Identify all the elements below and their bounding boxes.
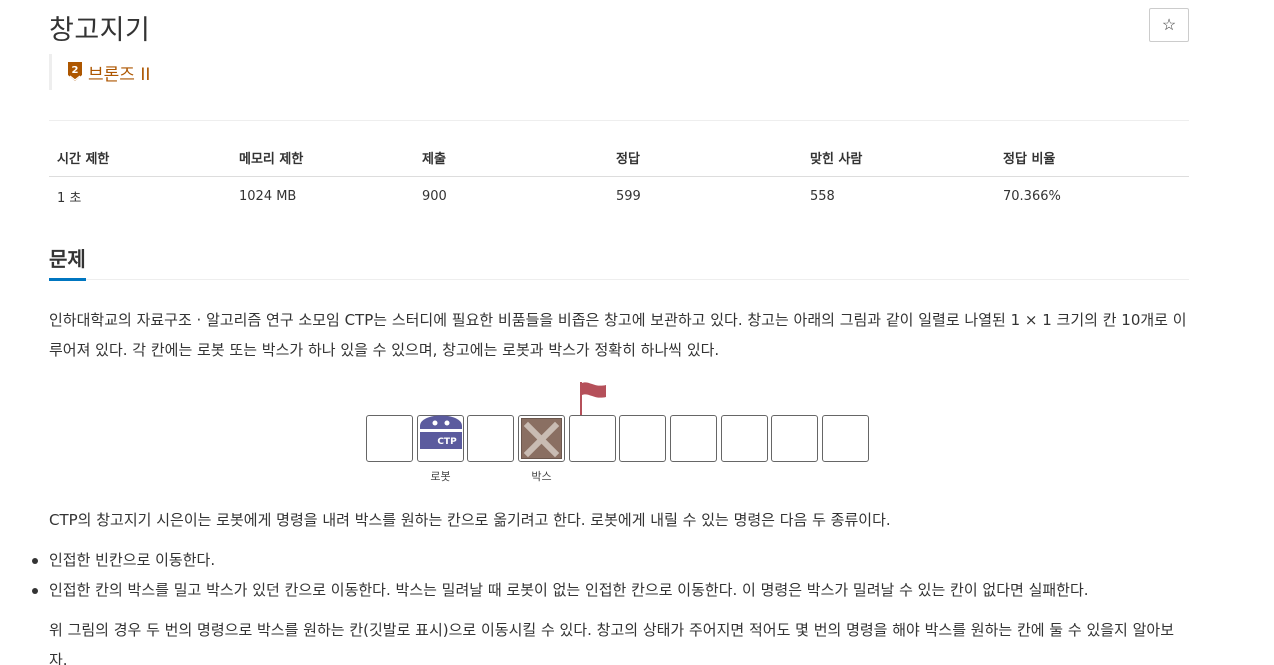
problem-info-table: 시간 제한 메모리 제한 제출 정답 맞힌 사람 정답 비율 1 초 1024 … xyxy=(49,142,1189,216)
warehouse-cell: CTP xyxy=(417,415,464,462)
star-icon: ☆ xyxy=(1161,17,1177,34)
table-header: 메모리 제한 xyxy=(231,142,414,177)
table-cell: 1 초 xyxy=(57,191,82,206)
section-title: 문제 xyxy=(49,243,86,281)
table-row: 1 초 1024 MB 900 599 558 70.366% xyxy=(49,177,1189,217)
page-title: 창고지기 xyxy=(49,15,151,46)
problem-paragraph: 인하대학교의 자료구조 · 알고리즘 연구 소모임 CTP는 스터디에 필요한 … xyxy=(49,311,1187,359)
table-cell: 599 xyxy=(616,189,641,204)
warehouse-cell xyxy=(670,415,717,462)
list-item: 인접한 칸의 박스를 밀고 박스가 있던 칸으로 이동한다. 박스는 밀려날 때… xyxy=(32,575,1189,605)
box-icon xyxy=(521,418,562,459)
warehouse-figure: CTP 로봇 박스 xyxy=(366,380,872,488)
favorite-star-button[interactable]: ☆ xyxy=(1149,8,1189,42)
tier-number: 2 xyxy=(72,65,79,76)
robot-label: 로봇 xyxy=(430,470,451,483)
table-cell: 900 xyxy=(422,189,447,204)
tier-block: 2 브론즈 II xyxy=(49,54,150,90)
table-cell: 70.366% xyxy=(1003,189,1061,204)
bronze-tier-icon: 2 xyxy=(68,62,82,81)
robot-text: CTP xyxy=(437,437,457,447)
table-header: 정답 비율 xyxy=(995,142,1189,177)
table-cell: 1024 MB xyxy=(239,189,297,204)
table-header: 맞힌 사람 xyxy=(802,142,995,177)
warehouse-cell xyxy=(619,415,666,462)
warehouse-cell xyxy=(518,415,565,462)
table-header-row: 시간 제한 메모리 제한 제출 정답 맞힌 사람 정답 비율 xyxy=(49,142,1189,177)
divider xyxy=(49,120,1189,121)
problem-paragraph: 위 그림의 경우 두 번의 명령으로 박스를 원하는 칸(깃발로 표시)으로 이… xyxy=(49,621,1175,665)
table-header: 제출 xyxy=(414,142,608,177)
box-label: 박스 xyxy=(531,470,552,483)
warehouse-cell xyxy=(721,415,768,462)
problem-paragraph: CTP의 창고지기 시은이는 로봇에게 명령을 내려 박스를 원하는 칸으로 옮… xyxy=(49,511,891,529)
table-cell: 558 xyxy=(810,189,835,204)
robot-icon: CTP xyxy=(420,415,462,449)
table-header: 정답 xyxy=(608,142,802,177)
list-item: 인접한 빈칸으로 이동한다. xyxy=(32,545,1189,575)
warehouse-cell xyxy=(771,415,818,462)
warehouse-cell xyxy=(467,415,514,462)
section-header: 문제 xyxy=(49,243,1189,281)
tier-link[interactable]: 브론즈 II xyxy=(88,60,150,85)
warehouse-cell xyxy=(569,415,616,462)
flag-icon xyxy=(580,382,606,420)
command-list: 인접한 빈칸으로 이동한다. 인접한 칸의 박스를 밀고 박스가 있던 칸으로 … xyxy=(32,545,1189,605)
warehouse-cell xyxy=(366,415,413,462)
warehouse-cell xyxy=(822,415,869,462)
table-header: 시간 제한 xyxy=(49,142,231,177)
